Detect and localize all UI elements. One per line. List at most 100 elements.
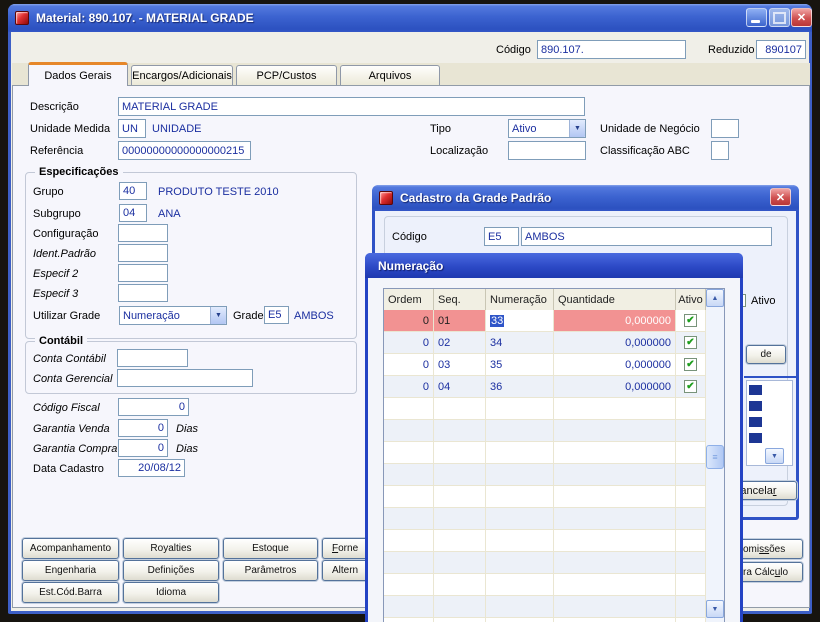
cell-quantidade[interactable]: 0,000000 xyxy=(554,376,676,398)
table-row[interactable]: 0 04 36 0,000000 ✔ xyxy=(384,376,706,398)
tab-pcp-custos[interactable]: PCP/Custos xyxy=(236,65,337,85)
chevron-down-icon[interactable]: ▼ xyxy=(569,120,585,137)
column-header-quantidade[interactable]: Quantidade xyxy=(554,289,676,311)
grade-combo-arrow-button[interactable]: ▼ xyxy=(765,448,784,464)
subgrupo-field[interactable]: 04 xyxy=(119,204,147,222)
button-comissoes-partial[interactable]: omi ss ões xyxy=(739,539,803,559)
cell-ativo[interactable]: ✔ xyxy=(676,332,706,354)
grade-dialog-titlebar[interactable]: Cadastro da Grade Padrão xyxy=(372,185,799,211)
tab-arquivos[interactable]: Arquivos xyxy=(340,65,440,85)
button-definicoes[interactable]: Definições xyxy=(123,560,219,581)
conta-contabil-field[interactable] xyxy=(117,349,188,367)
cell-ordem[interactable]: 0 xyxy=(384,354,434,376)
especif3-field[interactable] xyxy=(118,284,168,302)
tipo-combo[interactable]: Ativo ▼ xyxy=(508,119,586,138)
codigo-fiscal-field[interactable]: 0 xyxy=(118,398,189,416)
grade-dialog-close-button[interactable]: ✕ xyxy=(770,188,791,206)
button-para-calculo-partial[interactable]: ra Cálc u lo xyxy=(739,562,803,582)
numeracao-dialog-titlebar[interactable]: Numeração xyxy=(365,253,743,278)
cell-ativo[interactable]: ✔ xyxy=(676,354,706,376)
ident-padrao-field[interactable] xyxy=(118,244,168,262)
numeracao-table[interactable]: Ordem Seq. Numeração Quantidade Ativo 0 … xyxy=(383,288,725,622)
table-row-selected[interactable]: 0 01 33 0,000000 ✔ xyxy=(384,310,706,332)
button-estoque[interactable]: Estoque xyxy=(223,538,318,559)
conta-contabil-label: Conta Contábil xyxy=(33,353,106,365)
cell-seq[interactable]: 03 xyxy=(434,354,486,376)
tab-label: Arquivos xyxy=(368,69,412,82)
classificacao-abc-field[interactable] xyxy=(711,141,729,160)
localizacao-field[interactable] xyxy=(508,141,586,160)
list-item[interactable] xyxy=(749,417,762,427)
scroll-up-button[interactable]: ▲ xyxy=(706,289,724,307)
reduzido-label: Reduzido xyxy=(708,44,755,56)
list-item[interactable] xyxy=(749,385,762,395)
ativo-checkbox[interactable]: ✔ xyxy=(684,314,697,327)
cell-ativo[interactable]: ✔ xyxy=(676,376,706,398)
edit-selection[interactable]: 33 xyxy=(490,314,505,327)
referencia-field[interactable]: 00000000000000000215 xyxy=(118,141,251,160)
cell-ordem[interactable]: 0 xyxy=(384,332,434,354)
cell-ordem[interactable]: 0 xyxy=(384,376,434,398)
main-window-titlebar[interactable]: Material: 890.107. - MATERIAL GRADE xyxy=(8,4,812,32)
tab-encargos-adicionais[interactable]: Encargos/Adicionais xyxy=(131,65,233,85)
cell-ativo[interactable]: ✔ xyxy=(676,310,706,332)
tab-dados-gerais[interactable]: Dados Gerais xyxy=(28,62,128,86)
scroll-down-button[interactable]: ▼ xyxy=(706,600,724,618)
reduzido-field[interactable]: 890107 xyxy=(756,40,806,59)
minimize-button[interactable] xyxy=(746,8,767,27)
cell-seq[interactable]: 04 xyxy=(434,376,486,398)
column-header-seq[interactable]: Seq. xyxy=(434,289,486,311)
unidade-negocio-field[interactable] xyxy=(711,119,739,138)
grupo-label: Grupo xyxy=(33,186,64,198)
column-header-numeracao[interactable]: Numeração xyxy=(486,289,554,311)
cell-numeracao-editor[interactable]: 33 xyxy=(486,310,554,332)
button-royalties[interactable]: Royalties xyxy=(123,538,219,559)
cell-numeracao[interactable]: 35 xyxy=(486,354,554,376)
scrollbar-thumb[interactable]: ≡ xyxy=(706,445,724,469)
button-parametros[interactable]: Parâmetros xyxy=(223,560,318,581)
codigo-field[interactable]: 890.107. xyxy=(537,40,686,59)
column-header-ativo[interactable]: Ativo xyxy=(676,289,706,311)
referencia-label: Referência xyxy=(30,145,84,157)
list-item[interactable] xyxy=(749,401,762,411)
maximize-button[interactable] xyxy=(769,8,790,27)
codigo-fiscal-value: 0 xyxy=(178,401,185,413)
utilizar-grade-combo[interactable]: Numeração ▼ xyxy=(119,306,227,325)
unidade-medida-field[interactable]: UN xyxy=(118,119,146,138)
descricao-field[interactable]: MATERIAL GRADE xyxy=(118,97,585,116)
grade-field[interactable]: E5 xyxy=(264,306,289,324)
cell-numeracao[interactable]: 36 xyxy=(486,376,554,398)
cell-quantidade[interactable]: 0,000000 xyxy=(554,354,676,376)
cell-seq[interactable]: 01 xyxy=(434,310,486,332)
table-row[interactable]: 0 02 34 0,000000 ✔ xyxy=(384,332,706,354)
button-est-cod-barra[interactable]: Est.Cód.Barra xyxy=(22,582,119,603)
cell-quantidade[interactable]: 0,000000 xyxy=(554,310,676,332)
conta-gerencial-field[interactable] xyxy=(117,369,253,387)
data-cadastro-field[interactable]: 20/08/12 xyxy=(118,459,185,477)
column-header-ordem[interactable]: Ordem xyxy=(384,289,434,311)
garantia-venda-field[interactable]: 0 xyxy=(118,419,168,437)
configuracao-field[interactable] xyxy=(118,224,168,242)
table-row[interactable]: 0 03 35 0,000000 ✔ xyxy=(384,354,706,376)
descricao-value: MATERIAL GRADE xyxy=(122,100,218,113)
ativo-checkbox[interactable]: ✔ xyxy=(684,358,697,371)
grade-partial-button[interactable]: de xyxy=(746,345,786,364)
chevron-down-icon[interactable]: ▼ xyxy=(210,307,226,324)
cell-numeracao[interactable]: 34 xyxy=(486,332,554,354)
button-acompanhamento[interactable]: Acompanhamento xyxy=(22,538,119,559)
button-idioma[interactable]: Idioma xyxy=(123,582,219,603)
ativo-checkbox[interactable]: ✔ xyxy=(684,380,697,393)
cell-ordem[interactable]: 0 xyxy=(384,310,434,332)
cell-seq[interactable]: 02 xyxy=(434,332,486,354)
grupo-field[interactable]: 40 xyxy=(119,182,147,200)
ativo-checkbox[interactable]: ✔ xyxy=(684,336,697,349)
grade-codigo-field[interactable]: E5 xyxy=(484,227,519,246)
especif2-field[interactable] xyxy=(118,264,168,282)
grade-descricao-field[interactable]: AMBOS xyxy=(521,227,772,246)
close-button[interactable]: ✕ xyxy=(791,8,812,27)
cell-quantidade[interactable]: 0,000000 xyxy=(554,332,676,354)
list-item[interactable] xyxy=(749,433,762,443)
button-engenharia[interactable]: Engenharia xyxy=(22,560,119,581)
grade-inner-frame-edge xyxy=(744,376,798,378)
garantia-compra-field[interactable]: 0 xyxy=(118,439,168,457)
